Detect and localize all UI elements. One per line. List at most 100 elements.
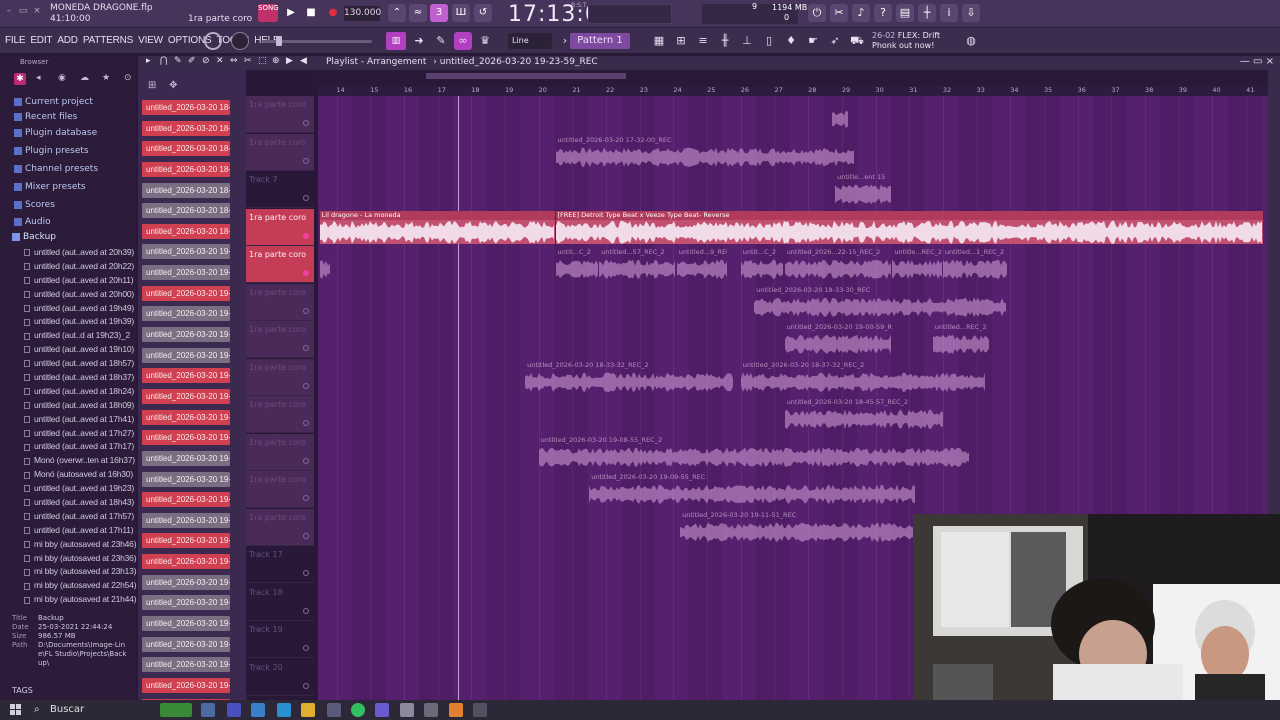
taskbar-app-obs[interactable] bbox=[473, 703, 487, 717]
backup-file-item[interactable]: untitled (aut..aved at 19h49) bbox=[24, 303, 136, 317]
save-button[interactable]: ▤ bbox=[896, 4, 914, 22]
zoom-icon[interactable]: ⊕ bbox=[272, 56, 282, 70]
track-header[interactable]: 1ra parte coro bbox=[246, 508, 314, 546]
countdown-button[interactable]: 3 bbox=[430, 4, 448, 22]
picker-clip-item[interactable]: untitled_2026-03-20 19- bbox=[142, 347, 230, 363]
track-mute-led[interactable] bbox=[303, 307, 309, 314]
mic-button[interactable]: ♪ bbox=[852, 4, 870, 22]
plugin-picker-button[interactable]: ⊥ bbox=[738, 32, 756, 50]
pencil-icon[interactable]: ✎ bbox=[174, 56, 184, 70]
picker-clip-item[interactable]: untitled_2026-03-20 19- bbox=[142, 636, 230, 652]
master-pitch-knob[interactable] bbox=[231, 32, 249, 50]
track-mute-led[interactable] bbox=[303, 532, 309, 539]
backup-file-item[interactable]: mi bby (autosaved at 23h46) bbox=[24, 539, 137, 553]
taskbar-app-browser[interactable] bbox=[277, 703, 291, 717]
backup-file-item[interactable]: untitled (aut..aved at 17h57) bbox=[24, 511, 136, 525]
picker-clip-item[interactable]: untitled_2026-03-20 18- bbox=[142, 120, 230, 136]
audio-clip[interactable]: untitled_2026-03-20 19-09-55_REC bbox=[589, 473, 916, 507]
touch-button[interactable]: ☛ bbox=[804, 32, 822, 50]
picker-clip-item[interactable]: untitled_2026-03-20 19- bbox=[142, 554, 230, 570]
online-button[interactable]: ◍ bbox=[962, 32, 980, 50]
menu-file[interactable]: FILE bbox=[5, 35, 26, 46]
record-button[interactable]: ● bbox=[324, 4, 342, 22]
browser-view-icon[interactable]: ◉ bbox=[58, 73, 70, 85]
track-header[interactable]: 1ra parte coro bbox=[246, 96, 314, 133]
backup-file-item[interactable]: untitled (aut..aved at 18h37) bbox=[24, 372, 136, 386]
picker-clip-item[interactable]: untitled_2026-03-20 19- bbox=[142, 677, 230, 693]
select-icon[interactable]: ⬚ bbox=[258, 56, 268, 70]
playback-icon[interactable]: ▶ bbox=[286, 56, 296, 70]
picker-clip-item[interactable]: untitled_2026-03-20 19- bbox=[142, 285, 230, 301]
taskbar-app-3[interactable] bbox=[424, 703, 438, 717]
audio-clip[interactable] bbox=[319, 248, 330, 282]
audio-clip[interactable]: untitled_2026-03-20 19-00-59_REC bbox=[784, 323, 892, 357]
picker-clip-item[interactable]: untitled_2026-03-20 19- bbox=[142, 657, 230, 673]
start-button[interactable] bbox=[10, 704, 22, 716]
taskbar-app-explorer[interactable] bbox=[301, 703, 315, 717]
audio-clip[interactable]: untitled_2026-03-20 18-33-30_REC bbox=[754, 286, 1007, 320]
taskbar-app-edge[interactable] bbox=[251, 703, 265, 717]
track-header[interactable]: Track 20 bbox=[246, 659, 314, 696]
track-mute-led[interactable] bbox=[303, 270, 309, 276]
track-header[interactable]: Track 19 bbox=[246, 621, 314, 658]
picker-clip-item[interactable]: untitled_2026-03-20 18- bbox=[142, 100, 230, 115]
backup-file-item[interactable]: untitled (aut..aved at 17h17) bbox=[24, 441, 136, 455]
channel-rack-button[interactable]: ≡ bbox=[694, 32, 712, 50]
playlist-window-controls[interactable]: — ▭ × bbox=[1240, 56, 1274, 67]
picker-clip-item[interactable]: untitled_2026-03-20 19- bbox=[142, 244, 230, 260]
metronome-button[interactable]: ⌃ bbox=[388, 4, 406, 22]
picker-clip-item[interactable]: untitled_2026-03-20 18- bbox=[142, 223, 230, 239]
backup-file-item[interactable]: untitled (aut..aved at 18h24) bbox=[24, 386, 136, 400]
track-header[interactable]: 1ra parte coro bbox=[246, 321, 314, 358]
track-header[interactable]: Track 18 bbox=[246, 584, 314, 621]
picker-toolbar[interactable]: ⊞ ✥ bbox=[148, 80, 177, 91]
stamp-tool[interactable]: ♛ bbox=[476, 32, 494, 50]
mixer-button[interactable]: ┼ bbox=[918, 4, 936, 22]
picker-clip-item[interactable]: untitled_2026-03-20 19- bbox=[142, 512, 230, 528]
minimize-icon[interactable]: – bbox=[4, 6, 14, 16]
track-mute-led[interactable] bbox=[303, 682, 309, 689]
close-icon[interactable]: × bbox=[32, 6, 42, 16]
audio-clip[interactable]: untitled_2026...22-15_REC_2 bbox=[784, 248, 893, 282]
news-panel[interactable]: 26-02 FLEX: Drift Phonk out now! bbox=[872, 31, 962, 51]
browser-search-icon[interactable]: ⊙ bbox=[124, 73, 136, 85]
browser-plugin-presets[interactable]: Plugin presets bbox=[14, 146, 89, 156]
backup-file-item[interactable]: untitled (aut..aved at 17h41) bbox=[24, 414, 136, 428]
backup-file-item[interactable]: untitled (aut..d at 19h23)_2 bbox=[24, 330, 136, 344]
delete-icon[interactable]: ⊘ bbox=[202, 56, 212, 70]
track-header[interactable]: Track 17 bbox=[246, 546, 314, 583]
menu-add[interactable]: ADD bbox=[57, 35, 78, 46]
browser-mixer-presets[interactable]: Mixer presets bbox=[14, 182, 86, 192]
cpu-knob[interactable] bbox=[204, 32, 222, 50]
backup-file-item[interactable]: Monó (overwr..ten at 16h37) bbox=[24, 455, 136, 469]
tempo-display[interactable]: 130.000 bbox=[344, 6, 381, 21]
pattern-select[interactable]: Pattern 1 bbox=[570, 33, 630, 49]
backup-file-item[interactable]: untitled (aut..aved at 18h43) bbox=[24, 497, 136, 511]
audio-clip[interactable]: untitled_2026-03-20 18-37-32_REC_2 bbox=[740, 361, 987, 395]
audio-clip[interactable]: untit...C_2 bbox=[555, 248, 600, 282]
track-header[interactable]: 1ra parte coro bbox=[246, 471, 314, 508]
browser-collapse-icon[interactable]: ◂ bbox=[36, 73, 48, 85]
picker-clip-item[interactable]: untitled_2026-03-20 19- bbox=[142, 430, 230, 446]
video-button[interactable]: ➶ bbox=[826, 32, 844, 50]
backup-file-item[interactable]: untitled (aut..aved at 20h22) bbox=[24, 261, 136, 275]
track-mute-led[interactable] bbox=[303, 195, 309, 201]
picker-clip-item[interactable]: untitled_2026-03-20 18- bbox=[142, 203, 230, 219]
browser-current-project[interactable]: Current project bbox=[14, 97, 93, 107]
master-volume-thumb[interactable] bbox=[276, 36, 282, 46]
browser-star-icon[interactable]: ★ bbox=[102, 73, 114, 85]
playlist-button[interactable]: ▦ bbox=[650, 32, 668, 50]
backup-file-item[interactable]: untitled (aut..aved at 20h11) bbox=[24, 275, 136, 289]
piano-roll-button[interactable]: ⊞ bbox=[672, 32, 690, 50]
browser-recent-files[interactable]: Recent files bbox=[14, 112, 77, 122]
audio-clip[interactable]: untitle...REC_2 bbox=[892, 248, 943, 282]
browser-button[interactable]: ▯ bbox=[760, 32, 778, 50]
menu-patterns[interactable]: PATTERNS bbox=[83, 35, 133, 46]
track-mute-led[interactable] bbox=[303, 382, 309, 389]
audio-clip[interactable]: untitled...REC_2 bbox=[932, 323, 990, 357]
backup-file-item[interactable]: untitled (aut..aved at 17h11) bbox=[24, 525, 136, 539]
taskbar-app-taskview[interactable] bbox=[201, 703, 215, 717]
audio-clip[interactable]: untitled_2026-03-20 19-08-55_REC_2 bbox=[538, 436, 970, 470]
track-mute-led[interactable] bbox=[303, 495, 309, 501]
browser-channel-presets[interactable]: Channel presets bbox=[14, 164, 98, 174]
